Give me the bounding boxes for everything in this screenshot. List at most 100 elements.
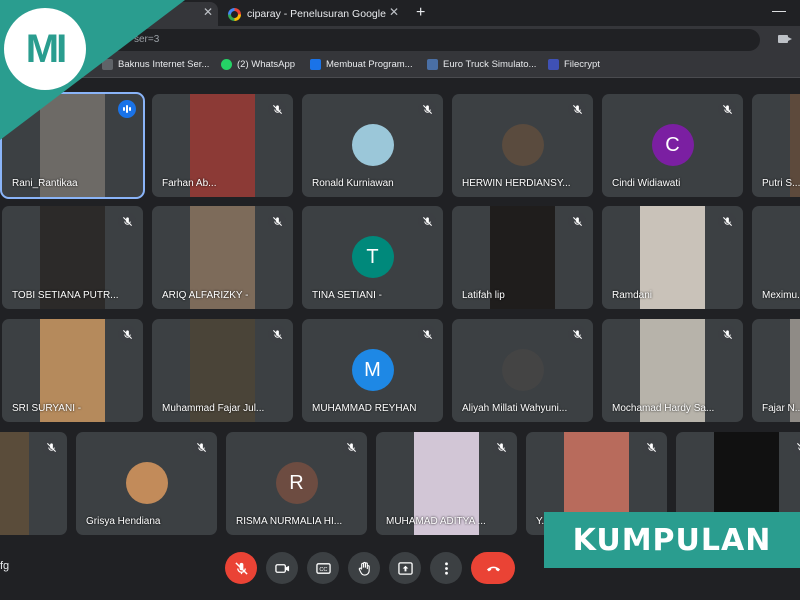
- participant-name: Mochamad Hardy Sa...: [612, 403, 715, 414]
- participant-tile[interactable]: R RISMA NURMALIA HI...: [226, 432, 367, 535]
- participant-name: Cindi Widiawati: [612, 178, 681, 189]
- svg-text:CC: CC: [319, 566, 327, 572]
- participant-name: Latifah lip: [462, 290, 505, 301]
- mic-off-icon: [492, 438, 510, 456]
- participant-name: MUHAMMAD REYHAN: [312, 403, 417, 414]
- participant-tile[interactable]: Ronald Kurniawan: [302, 94, 443, 197]
- mic-off-icon: [268, 325, 286, 343]
- participant-tile[interactable]: Latifah lip: [452, 206, 593, 309]
- phone-hangup-icon: [486, 566, 500, 571]
- mic-off-icon: [642, 438, 660, 456]
- participant-name: Rani_Rantikaa: [12, 178, 78, 189]
- screen: ✕ ciparay - Penelusuran Google ✕ + — ser…: [0, 0, 800, 600]
- mic-off-icon: [342, 438, 360, 456]
- banner-text: KUMPULAN: [572, 522, 772, 558]
- participant-name: TOBI SETIANA PUTR...: [12, 290, 119, 301]
- bookmark-whatsapp[interactable]: (2) WhatsApp: [221, 59, 295, 70]
- participant-tile[interactable]: Ramdani: [602, 206, 743, 309]
- new-tab-icon[interactable]: +: [416, 4, 425, 22]
- shield-icon: [548, 59, 559, 70]
- google-icon: [228, 7, 241, 21]
- participant-tile[interactable]: Putri S...: [752, 94, 800, 197]
- participant-tile[interactable]: Grisya Hendiana: [76, 432, 217, 535]
- mic-off-icon: [568, 325, 586, 343]
- more-options-button[interactable]: [430, 552, 462, 584]
- mic-off-icon: [234, 561, 248, 575]
- raise-hand-button[interactable]: [348, 552, 380, 584]
- participant-name: Fajar N...: [762, 403, 800, 414]
- more-vert-icon: [444, 561, 448, 575]
- participant-avatar: R: [275, 462, 318, 504]
- participant-name: Grisya Hendiana: [86, 516, 161, 527]
- participant-avatar: T: [351, 236, 394, 278]
- tab-google-label: ciparay - Penelusuran Google: [247, 8, 386, 20]
- minimize-icon[interactable]: —: [772, 2, 786, 18]
- tab-google[interactable]: ciparay - Penelusuran Google: [228, 2, 408, 26]
- hang-up-button[interactable]: [471, 552, 515, 584]
- participant-tile[interactable]: T TINA SETIANI -: [302, 206, 443, 309]
- participant-tile[interactable]: Mochamad Hardy Sa...: [602, 319, 743, 422]
- mic-off-icon: [268, 100, 286, 118]
- mic-off-icon: [718, 325, 736, 343]
- participant-name: Meximu...: [762, 290, 800, 301]
- participant-avatar: [501, 124, 544, 166]
- tab-close-icon[interactable]: ✕: [200, 4, 216, 20]
- participant-tile[interactable]: TOBI SETIANA PUTR...: [2, 206, 143, 309]
- participant-avatar: C: [651, 124, 694, 166]
- mic-off-icon: [268, 212, 286, 230]
- participant-name: SRI SURYANI -: [12, 403, 82, 414]
- participant-name: RISMA NURMALIA HI...: [236, 516, 343, 527]
- participant-name: ARIQ ALFARIZKY -: [162, 290, 249, 301]
- mic-off-icon: [418, 212, 436, 230]
- present-button[interactable]: [389, 552, 421, 584]
- bookmark-label: Filecrypt: [564, 59, 600, 70]
- participant-tile[interactable]: Aliyah Millati Wahyuni...: [452, 319, 593, 422]
- participant-video: [0, 432, 29, 535]
- camera-permission-icon[interactable]: [778, 35, 792, 43]
- participant-tile[interactable]: ARIQ ALFARIZKY -: [152, 206, 293, 309]
- mic-off-icon: [568, 212, 586, 230]
- bookmark-membuat-program[interactable]: Membuat Program...: [310, 59, 413, 70]
- camera-icon: [274, 563, 289, 573]
- captions-button[interactable]: CC: [307, 552, 339, 584]
- participant-name: Ramdani: [612, 290, 653, 301]
- participant-avatar: [351, 124, 394, 166]
- participant-name: MUHAMAD ADITYA ...: [386, 516, 486, 527]
- bookmark-filecrypt[interactable]: Filecrypt: [548, 59, 600, 70]
- participant-tile[interactable]: Meximu...: [752, 206, 800, 309]
- logo-text: MI: [25, 26, 67, 71]
- participant-tile[interactable]: HERWIN HERDIANSY...: [452, 94, 593, 197]
- participant-tile[interactable]: SRI SURYANI -: [2, 319, 143, 422]
- participant-tile[interactable]: M MUHAMMAD REYHAN: [302, 319, 443, 422]
- bookmark-label: Membuat Program...: [326, 59, 413, 70]
- participant-name: Putri S...: [762, 178, 800, 189]
- camera-toggle-button[interactable]: [266, 552, 298, 584]
- mic-off-icon: [568, 100, 586, 118]
- participant-name: TINA SETIANI -: [312, 290, 383, 301]
- present-icon: [397, 561, 413, 575]
- participant-tile[interactable]: MUHAMAD ADITYA ...: [376, 432, 517, 535]
- participant-name: Aliyah Millati Wahyuni...: [462, 403, 568, 414]
- site-logo: MI: [4, 8, 86, 90]
- bookmark-favicon-icon: [427, 59, 438, 70]
- kumpulan-banner: KUMPULAN: [544, 512, 800, 568]
- bookmark-euro-truck[interactable]: Euro Truck Simulato...: [427, 59, 536, 70]
- meeting-code: fg: [0, 560, 10, 572]
- mic-off-icon: [118, 212, 136, 230]
- participant-tile[interactable]: Fajar N...: [752, 319, 800, 422]
- participant-avatar: [125, 462, 168, 504]
- mic-toggle-button[interactable]: [225, 552, 257, 584]
- url-field[interactable]: ser=3: [100, 29, 760, 51]
- bookmark-favicon-icon: [310, 59, 321, 70]
- mic-off-icon: [418, 100, 436, 118]
- bookmark-label: Euro Truck Simulato...: [443, 59, 537, 70]
- participant-tile[interactable]: ...utra: [0, 432, 67, 535]
- whatsapp-icon: [221, 59, 232, 70]
- tab-close-icon[interactable]: ✕: [386, 4, 402, 20]
- participant-tile[interactable]: C Cindi Widiawati: [602, 94, 743, 197]
- mic-off-icon: [418, 325, 436, 343]
- participant-avatar: [501, 349, 544, 391]
- participant-tile[interactable]: Muhammad Fajar Jul...: [152, 319, 293, 422]
- participant-name: HERWIN HERDIANSY...: [462, 178, 571, 189]
- participant-avatar: M: [351, 349, 394, 391]
